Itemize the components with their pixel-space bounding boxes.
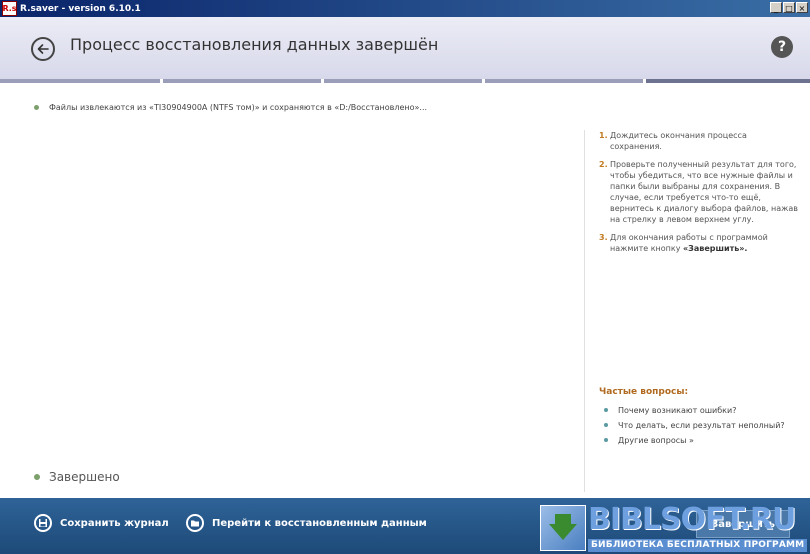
floppy-disk-icon [34, 514, 52, 532]
faq-link-text[interactable]: Другие вопросы » [618, 436, 694, 445]
done-line: Завершено [34, 470, 120, 484]
page-header: Процесс восстановления данных завершён ? [0, 17, 810, 79]
watermark-name: BIBLSOFT.RU [588, 502, 796, 537]
instruction-text: Проверьте полученный результат для того,… [610, 160, 798, 224]
folder-icon [186, 514, 204, 532]
open-recovered-label: Перейти к восстановленным данным [212, 517, 427, 529]
status-line: Файлы извлекаются из «TI30904900A (NTFS … [34, 103, 427, 112]
app-icon: R.s [2, 1, 17, 16]
watermark-logo-icon [540, 505, 586, 551]
bullet-icon [34, 105, 39, 110]
faq-link-incomplete[interactable]: Что делать, если результат неполный? [604, 420, 804, 430]
status-text: Файлы извлекаются из «TI30904900A (NTFS … [49, 103, 428, 112]
instruction-number: 3. [599, 233, 608, 242]
bullet-icon [34, 474, 40, 480]
close-button[interactable]: × [796, 2, 808, 13]
watermark: BIBLSOFT.RU БИБЛИОТЕКА БЕСПЛАТНЫХ ПРОГРА… [540, 503, 810, 554]
instructions-panel: 1. Дождитесь окончания процесса сохранен… [599, 130, 799, 261]
instruction-number: 2. [599, 160, 608, 169]
instruction-item: 1. Дождитесь окончания процесса сохранен… [599, 130, 799, 152]
instruction-item: 3. Для окончания работы с программой наж… [599, 232, 799, 254]
done-text: Завершено [49, 470, 120, 484]
open-recovered-button[interactable]: Перейти к восстановленным данным [186, 514, 427, 532]
instruction-item: 2. Проверьте полученный результат для то… [599, 159, 799, 225]
faq-link-text[interactable]: Что делать, если результат неполный? [618, 421, 785, 430]
arrow-left-icon [37, 44, 49, 54]
back-button[interactable] [31, 37, 55, 61]
bullet-icon [604, 423, 608, 427]
faq-link-other[interactable]: Другие вопросы » [604, 435, 804, 445]
window-title: R.saver - version 6.10.1 [20, 3, 141, 14]
save-log-label: Сохранить журнал [60, 517, 169, 529]
help-button[interactable]: ? [771, 36, 793, 58]
faq-title: Частые вопросы: [599, 387, 689, 397]
panel-divider [584, 130, 585, 492]
minimize-button[interactable]: _ [770, 2, 782, 13]
watermark-subtitle: БИБЛИОТЕКА БЕСПЛАТНЫХ ПРОГРАММ [588, 539, 808, 552]
bullet-icon [604, 438, 608, 442]
main-content: Файлы извлекаются из «TI30904900A (NTFS … [0, 83, 584, 498]
page-title: Процесс восстановления данных завершён [70, 35, 439, 54]
instruction-text: Для окончания работы с программой нажмит… [610, 232, 799, 254]
faq-link-text[interactable]: Почему возникают ошибки? [618, 406, 736, 415]
faq-list: Почему возникают ошибки? Что делать, есл… [604, 405, 804, 450]
window-titlebar: R.s R.saver - version 6.10.1 _ □ × [0, 0, 810, 17]
instruction-number: 1. [599, 131, 608, 140]
bullet-icon [604, 408, 608, 412]
save-log-button[interactable]: Сохранить журнал [34, 514, 169, 532]
download-arrow-icon [549, 524, 577, 540]
download-arrow-stem [555, 514, 571, 524]
instruction-text: Дождитесь окончания процесса сохранения. [610, 131, 747, 151]
maximize-button[interactable]: □ [783, 2, 795, 13]
faq-link-errors[interactable]: Почему возникают ошибки? [604, 405, 804, 415]
finish-keyword: «Завершить». [683, 244, 748, 253]
step-segment-current [646, 79, 810, 83]
window-controls: _ □ × [770, 2, 808, 13]
